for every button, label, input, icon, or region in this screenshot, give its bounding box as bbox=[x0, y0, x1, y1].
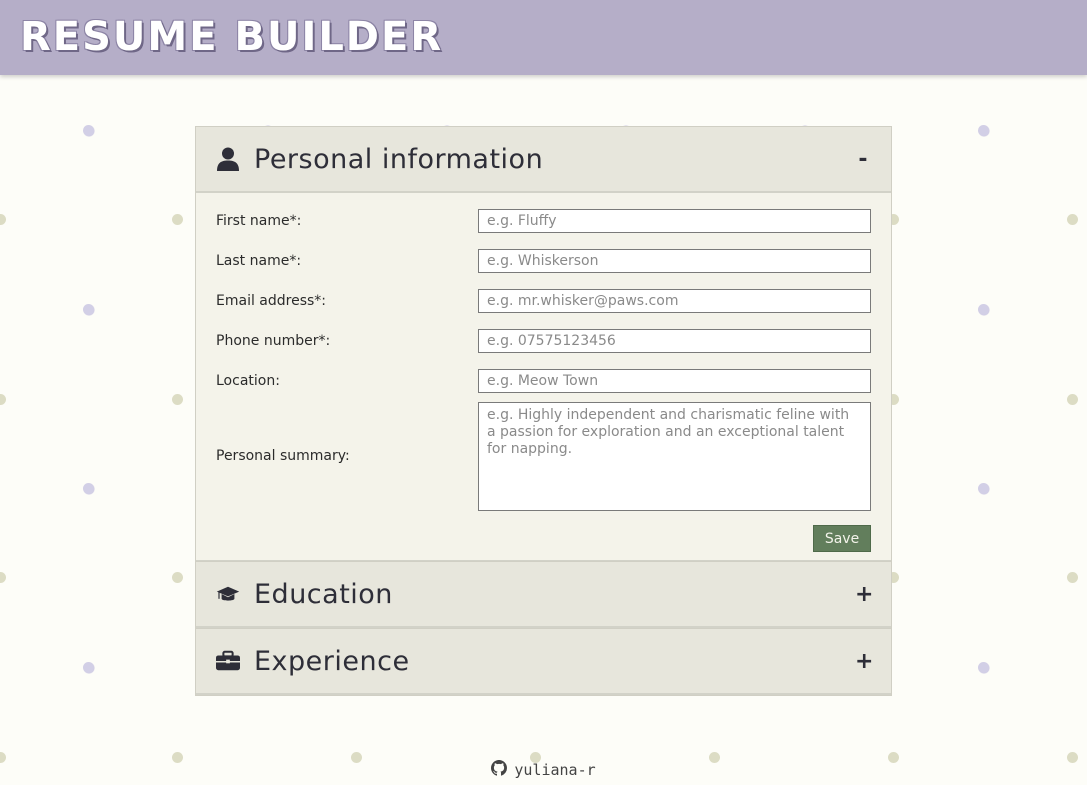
form-row: Location: bbox=[216, 361, 871, 401]
experience-header[interactable]: Experience + bbox=[196, 629, 891, 695]
background-dot bbox=[978, 125, 989, 136]
app-title: RESUME BUILDER bbox=[20, 14, 444, 60]
collapse-toggle[interactable]: - bbox=[855, 147, 871, 172]
location-label: Location: bbox=[216, 373, 280, 389]
save-row: Save bbox=[216, 525, 871, 552]
expand-toggle[interactable]: + bbox=[855, 649, 873, 674]
background-dot bbox=[172, 572, 183, 583]
phone-label: Phone number*: bbox=[216, 333, 331, 349]
background-dot bbox=[978, 483, 989, 494]
github-icon[interactable] bbox=[491, 760, 508, 780]
location-input[interactable] bbox=[478, 369, 871, 393]
background-dot bbox=[0, 394, 6, 405]
personal-info-header[interactable]: Personal information - bbox=[196, 127, 891, 193]
first-name-input[interactable] bbox=[478, 209, 871, 233]
background-dot bbox=[83, 304, 94, 315]
background-dot bbox=[978, 304, 989, 315]
summary-label: Personal summary: bbox=[216, 448, 350, 464]
footer: yuliana-r bbox=[0, 760, 1087, 780]
summary-textarea[interactable] bbox=[478, 401, 871, 511]
form-row: Last name*: bbox=[216, 241, 871, 281]
github-username-link[interactable]: yuliana-r bbox=[514, 761, 595, 779]
education-header[interactable]: Education + bbox=[196, 562, 891, 628]
education-title: Education bbox=[254, 578, 393, 610]
briefcase-icon bbox=[216, 649, 240, 673]
form-row: Personal summary: bbox=[216, 401, 871, 511]
last-name-label: Last name*: bbox=[216, 253, 302, 269]
save-button[interactable]: Save bbox=[813, 525, 871, 552]
personal-info-form: First name*: Last name*: Email address*:… bbox=[196, 193, 891, 562]
email-input[interactable] bbox=[478, 289, 871, 313]
user-icon bbox=[216, 147, 240, 171]
app-header: RESUME BUILDER bbox=[0, 0, 1087, 75]
background-dot bbox=[83, 483, 94, 494]
graduation-cap-icon bbox=[216, 582, 240, 606]
background-dot bbox=[978, 662, 989, 673]
expand-toggle[interactable]: + bbox=[855, 582, 873, 607]
phone-input[interactable] bbox=[478, 329, 871, 353]
background-dot bbox=[0, 572, 6, 583]
background-dot bbox=[1067, 572, 1078, 583]
email-label: Email address*: bbox=[216, 293, 327, 309]
experience-panel: Experience + bbox=[195, 628, 892, 696]
form-row: First name*: bbox=[216, 201, 871, 241]
first-name-label: First name*: bbox=[216, 213, 302, 229]
experience-title: Experience bbox=[254, 645, 410, 677]
form-row: Phone number*: bbox=[216, 321, 871, 361]
background-dot bbox=[1067, 394, 1078, 405]
last-name-input[interactable] bbox=[478, 249, 871, 273]
background-dot bbox=[172, 214, 183, 225]
background-dot bbox=[83, 662, 94, 673]
personal-info-panel: Personal information - First name*: Last… bbox=[195, 126, 892, 563]
personal-info-title: Personal information bbox=[254, 143, 544, 175]
form-row: Email address*: bbox=[216, 281, 871, 321]
background-dot bbox=[0, 214, 6, 225]
background-dot bbox=[172, 394, 183, 405]
background-dot bbox=[1067, 214, 1078, 225]
background-dot bbox=[83, 125, 94, 136]
education-panel: Education + bbox=[195, 561, 892, 629]
